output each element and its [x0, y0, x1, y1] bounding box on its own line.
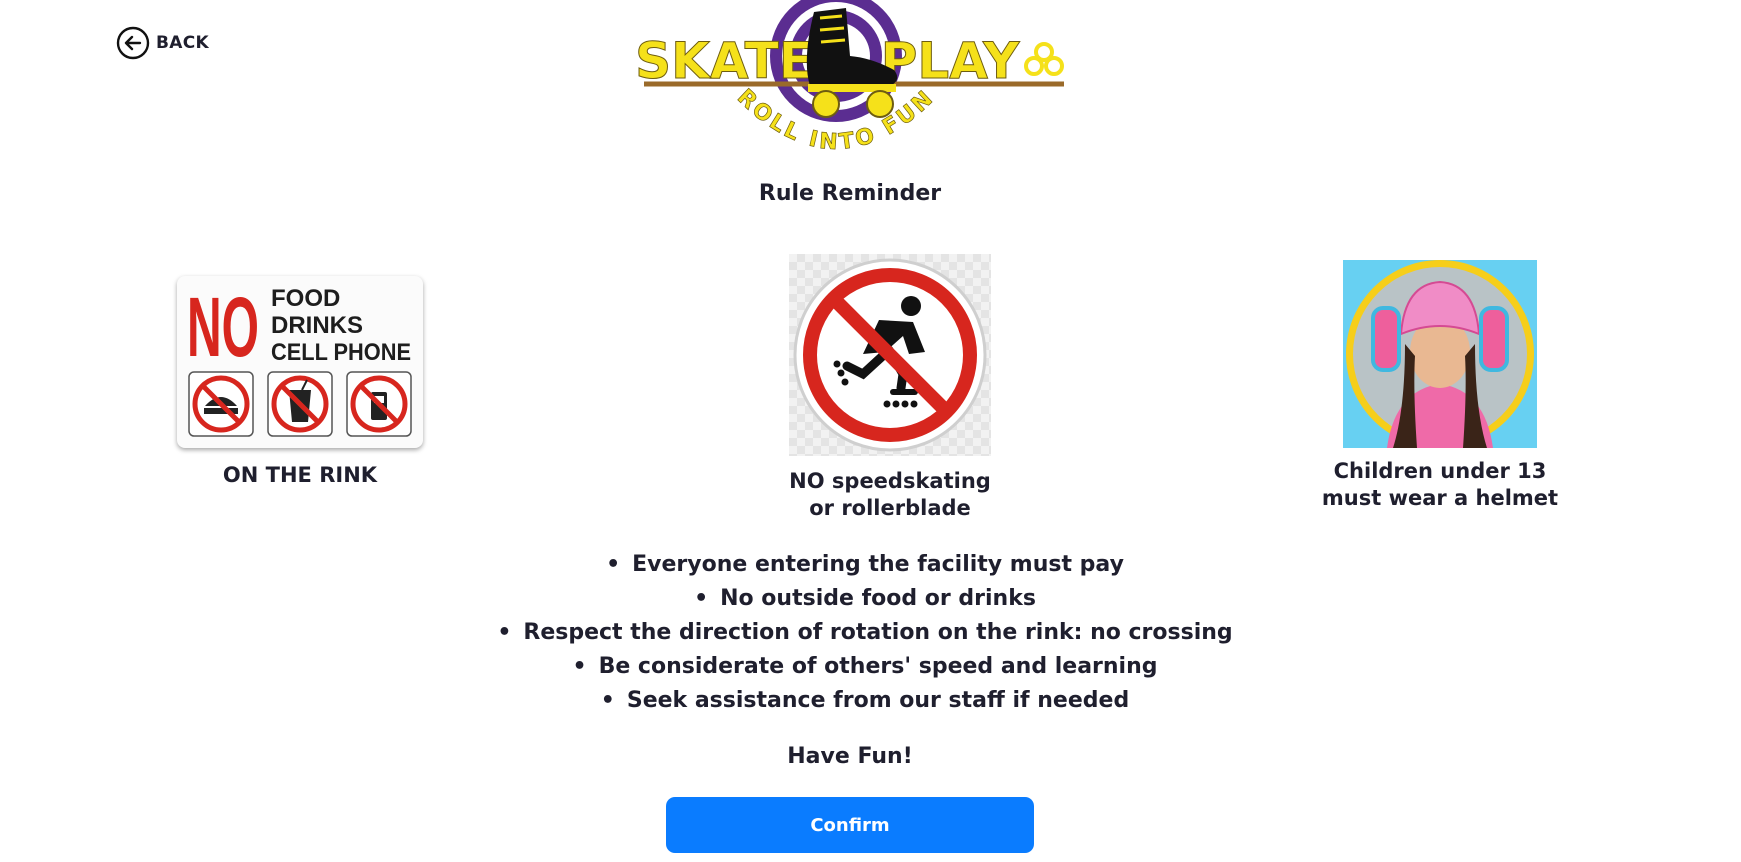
no-food-icon: [188, 371, 254, 437]
food-rule-caption: ON THE RINK: [222, 463, 378, 487]
list-item: Everyone entering the facility must pay: [0, 548, 1730, 582]
page-title: Rule Reminder: [758, 181, 942, 206]
speedskating-rule-caption-line2: or rollerblade: [809, 496, 971, 520]
list-item: Be considerate of others' speed and lear…: [0, 650, 1730, 684]
no-cellphone-icon: [346, 371, 412, 437]
skateplay-logo: SKATE PLAY ROLL INTO FUN: [635, 0, 1064, 156]
list-item: Seek assistance from our staff if needed: [0, 684, 1730, 718]
closing-message: Have Fun!: [787, 744, 913, 769]
sign-line-food: FOOD: [271, 285, 340, 312]
rule-card-no-food: NO FOOD DRINKS CELL PHONE ON THE RINK: [160, 276, 440, 489]
back-arrow-icon: [116, 26, 150, 60]
rule-card-no-speedskating: NO speedskating or rollerblade: [770, 254, 1010, 522]
child-helmet-photo: [1343, 260, 1537, 448]
sign-no-text: NO: [187, 280, 259, 374]
no-drinks-icon: [267, 371, 333, 437]
list-item: Respect the direction of rotation on the…: [0, 616, 1730, 650]
no-food-drinks-phone-sign: NO FOOD DRINKS CELL PHONE: [177, 276, 423, 448]
rule-reminder-page: BACK SKATE PLAY ROLL INTO FUN Rule Remin…: [0, 0, 1741, 862]
sign-line-phone: CELL PHONE: [271, 339, 411, 366]
back-label: BACK: [156, 33, 209, 53]
logo-word-play: PLAY: [881, 32, 1020, 90]
list-item: No outside food or drinks: [0, 582, 1730, 616]
confirm-button[interactable]: Confirm: [666, 797, 1034, 853]
rule-card-helmet: Children under 13 must wear a helmet: [1320, 260, 1560, 512]
speedskating-rule-caption-line1: NO speedskating: [789, 469, 991, 493]
no-speedskating-sign: [789, 254, 991, 456]
sign-line-drinks: DRINKS: [271, 312, 363, 339]
back-button[interactable]: BACK: [116, 26, 209, 60]
rules-list: Everyone entering the facility must pay …: [0, 548, 1730, 718]
helmet-rule-caption-line1: Children under 13: [1333, 459, 1547, 483]
logo-word-skate: SKATE: [635, 32, 813, 90]
wheels-emblem-icon: [1024, 42, 1064, 76]
helmet-rule-caption-line2: must wear a helmet: [1321, 486, 1559, 510]
